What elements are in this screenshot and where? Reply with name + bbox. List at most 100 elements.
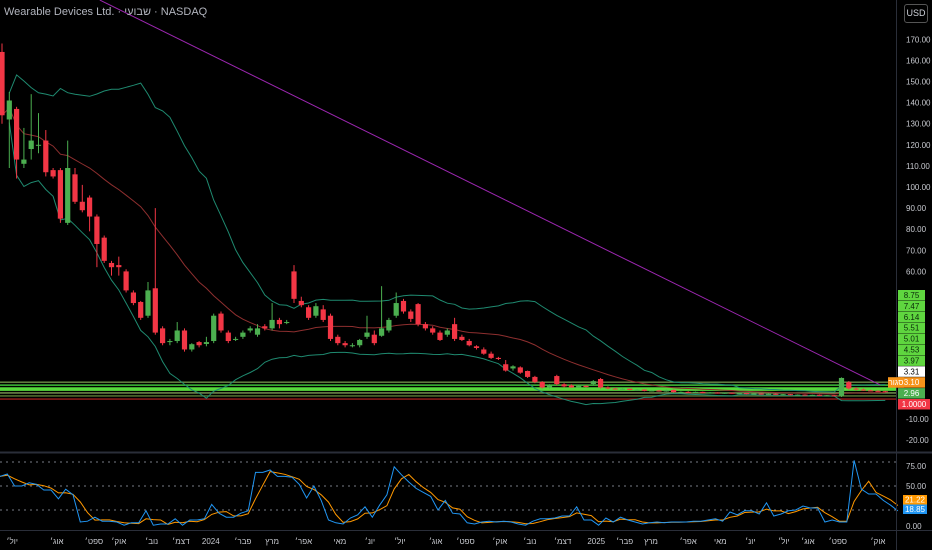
candle[interactable] [481, 347, 487, 355]
candle[interactable] [641, 389, 647, 392]
oscillator-axis[interactable]: 75.00 50.00 0.00 21.2218.85 [903, 462, 927, 531]
candle[interactable] [525, 370, 531, 378]
time-axis[interactable]: יול׳ אוג׳ ספט׳ אוק׳ נוב׳ דצמ׳ 2024 פבר׳ מרץ אפר׳ מ… [6, 537, 885, 546]
candle[interactable] [72, 168, 78, 204]
candle[interactable] [218, 311, 224, 333]
candle[interactable] [87, 195, 93, 232]
candle[interactable] [817, 394, 823, 396]
candle[interactable] [50, 168, 56, 179]
candle[interactable] [225, 330, 231, 344]
candle[interactable] [349, 343, 355, 348]
candle[interactable] [503, 360, 509, 372]
candle[interactable] [809, 394, 815, 396]
candle[interactable] [415, 303, 421, 327]
candle[interactable] [357, 338, 363, 348]
candle[interactable] [459, 334, 465, 342]
candle[interactable] [167, 338, 173, 346]
candle[interactable] [240, 330, 246, 339]
candle[interactable] [466, 338, 472, 347]
candle[interactable] [627, 388, 633, 391]
candle[interactable] [116, 256, 122, 276]
currency-button[interactable]: USD [904, 4, 928, 23]
candle[interactable] [400, 298, 407, 314]
candle[interactable] [174, 322, 180, 344]
candle[interactable] [838, 377, 845, 397]
candle[interactable] [882, 390, 888, 393]
candle[interactable] [473, 345, 480, 350]
candle[interactable] [495, 356, 501, 361]
candle[interactable] [145, 281, 151, 318]
candle[interactable] [327, 313, 334, 342]
candle[interactable] [101, 235, 107, 263]
candle[interactable] [320, 305, 326, 323]
candle-body [116, 265, 122, 268]
candle[interactable] [795, 394, 801, 396]
candle[interactable] [28, 94, 34, 160]
candle[interactable] [422, 322, 428, 331]
candle[interactable] [437, 330, 443, 342]
candle[interactable] [335, 334, 341, 346]
candle[interactable] [6, 92, 12, 169]
candle[interactable] [94, 214, 100, 268]
candle[interactable] [130, 290, 136, 306]
candle[interactable] [452, 317, 458, 342]
oscillator-pane[interactable] [0, 460, 899, 526]
candle[interactable] [765, 393, 772, 395]
candle[interactable] [306, 305, 312, 320]
candle[interactable] [181, 328, 188, 352]
candle[interactable] [14, 106, 20, 179]
candle[interactable] [787, 393, 793, 396]
candle[interactable] [160, 326, 166, 346]
candle[interactable] [685, 391, 691, 393]
trend-line[interactable] [99, 0, 881, 386]
candle[interactable] [656, 390, 662, 392]
candle[interactable] [291, 265, 297, 304]
price-axis[interactable]: 170.00 160.00 150.00 140.00 130.00 120.00 110.… [888, 35, 931, 445]
candle[interactable] [276, 317, 282, 329]
candle[interactable] [700, 391, 706, 394]
candle[interactable] [671, 389, 677, 393]
candle[interactable] [189, 343, 195, 352]
candle[interactable] [517, 366, 523, 374]
candle[interactable] [108, 260, 115, 276]
candle[interactable] [773, 393, 779, 395]
candle[interactable] [57, 168, 63, 223]
candle[interactable] [211, 313, 217, 344]
candle[interactable] [561, 383, 567, 388]
candle[interactable] [430, 326, 436, 335]
candle[interactable] [79, 184, 85, 213]
candle[interactable] [802, 394, 808, 396]
candle[interactable] [510, 365, 516, 371]
candle[interactable] [371, 330, 377, 346]
candle-body [488, 353, 494, 358]
candle[interactable] [233, 336, 239, 342]
candle[interactable] [0, 43, 5, 124]
candle[interactable] [123, 269, 129, 293]
chart-canvas[interactable]: 170.00 160.00 150.00 140.00 130.00 120.00 110.… [0, 0, 932, 550]
candle[interactable] [678, 391, 684, 393]
candle[interactable] [386, 317, 392, 333]
price-pane[interactable] [0, 0, 896, 406]
candle[interactable] [284, 319, 290, 325]
candle[interactable] [152, 208, 158, 335]
candle[interactable] [138, 300, 144, 320]
candle[interactable] [539, 381, 545, 389]
candle[interactable] [444, 328, 450, 337]
candle[interactable] [780, 393, 786, 396]
candle[interactable] [269, 303, 275, 331]
candle[interactable] [247, 326, 253, 333]
candle[interactable] [692, 391, 699, 393]
candle[interactable] [488, 351, 494, 359]
candle[interactable] [342, 341, 348, 348]
candle[interactable] [554, 374, 560, 386]
candle[interactable] [43, 130, 49, 177]
candle[interactable] [598, 377, 604, 389]
candle[interactable] [846, 381, 852, 390]
candle[interactable] [313, 303, 319, 318]
candle[interactable] [65, 140, 71, 225]
candle[interactable] [379, 286, 385, 337]
candle[interactable] [203, 336, 209, 347]
candle[interactable] [408, 309, 414, 323]
candle[interactable] [35, 113, 42, 154]
candle[interactable] [196, 341, 202, 348]
